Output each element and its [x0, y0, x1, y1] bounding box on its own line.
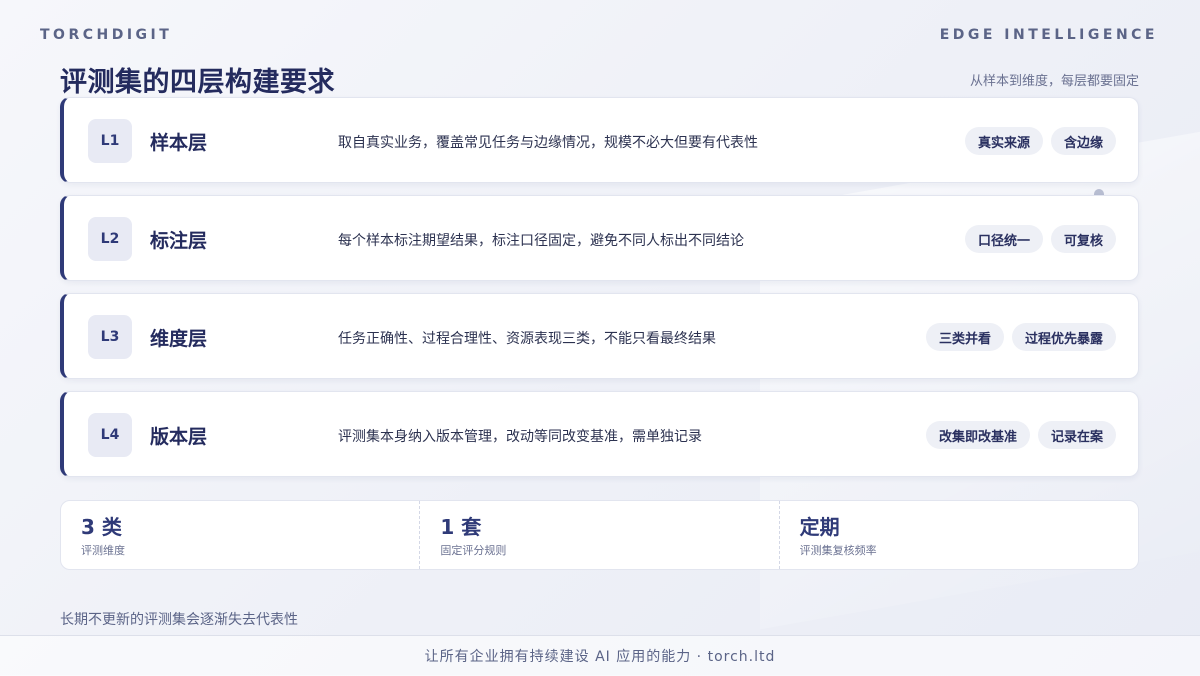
stat-review-frequency: 定期 评测集复核频率	[778, 501, 1138, 569]
footnote: 长期不更新的评测集会逐渐失去代表性	[60, 612, 298, 628]
layer-description: 每个样本标注期望结果，标注口径固定，避免不同人标出不同结论	[338, 233, 744, 249]
tag: 口径统一	[964, 225, 1043, 253]
tag: 三类并看	[925, 323, 1004, 351]
layer-badge: L3	[88, 315, 132, 359]
layer-card-l2: L2 标注层 每个样本标注期望结果，标注口径固定，避免不同人标出不同结论 口径统…	[60, 195, 1139, 281]
layer-tags: 真实来源 含边缘	[964, 127, 1116, 155]
layer-tags: 口径统一 可复核	[964, 225, 1116, 253]
tag: 真实来源	[964, 127, 1043, 155]
layer-description: 取自真实业务，覆盖常见任务与边缘情况，规模不必大但要有代表性	[338, 135, 758, 151]
brand-tagline: EDGE INTELLIGENCE	[939, 27, 1158, 43]
stat-label: 固定评分规则	[440, 544, 507, 557]
stat-dimensions: 3 类 评测维度	[61, 501, 419, 569]
layer-name: 样本层	[150, 132, 208, 154]
layer-description: 评测集本身纳入版本管理，改动等同改变基准，需单独记录	[338, 429, 702, 445]
tag: 记录在案	[1037, 421, 1116, 449]
brand-logo-text: TORCHDIGIT	[40, 27, 173, 43]
tag: 改集即改基准	[925, 421, 1030, 449]
layer-description: 任务正确性、过程合理性、资源表现三类，不能只看最终结果	[338, 331, 716, 347]
tag: 可复核	[1050, 225, 1116, 253]
layer-badge: L4	[88, 413, 132, 457]
stat-value: 3 类	[81, 515, 122, 539]
layer-tags: 三类并看 过程优先暴露	[925, 323, 1116, 351]
footer: 让所有企业拥有持续建设 AI 应用的能力 · torch.ltd	[0, 635, 1200, 676]
layer-card-l1: L1 样本层 取自真实业务，覆盖常见任务与边缘情况，规模不必大但要有代表性 真实…	[60, 97, 1139, 183]
layer-name: 标注层	[150, 230, 208, 252]
layer-tags: 改集即改基准 记录在案	[925, 421, 1116, 449]
page-subtitle: 从样本到维度，每层都要固定	[969, 74, 1139, 89]
stats-panel: 3 类 评测维度 1 套 固定评分规则 定期 评测集复核频率	[60, 500, 1139, 570]
page-title: 评测集的四层构建要求	[60, 67, 335, 98]
layer-badge: L1	[88, 119, 132, 163]
tag: 含边缘	[1050, 127, 1116, 155]
layer-card-l3: L3 维度层 任务正确性、过程合理性、资源表现三类，不能只看最终结果 三类并看 …	[60, 293, 1139, 379]
stat-label: 评测维度	[81, 544, 125, 557]
tag: 过程优先暴露	[1011, 323, 1116, 351]
layer-name: 版本层	[150, 426, 208, 448]
stat-scoring-rules: 1 套 固定评分规则	[419, 501, 778, 569]
stat-label: 评测集复核频率	[799, 544, 877, 557]
footer-text: 让所有企业拥有持续建设 AI 应用的能力 · torch.ltd	[424, 649, 776, 665]
layer-badge: L2	[88, 217, 132, 261]
layer-name: 维度层	[150, 328, 208, 350]
layer-card-l4: L4 版本层 评测集本身纳入版本管理，改动等同改变基准，需单独记录 改集即改基准…	[60, 391, 1139, 477]
stat-value: 1 套	[440, 515, 482, 539]
stat-value: 定期	[799, 515, 840, 539]
